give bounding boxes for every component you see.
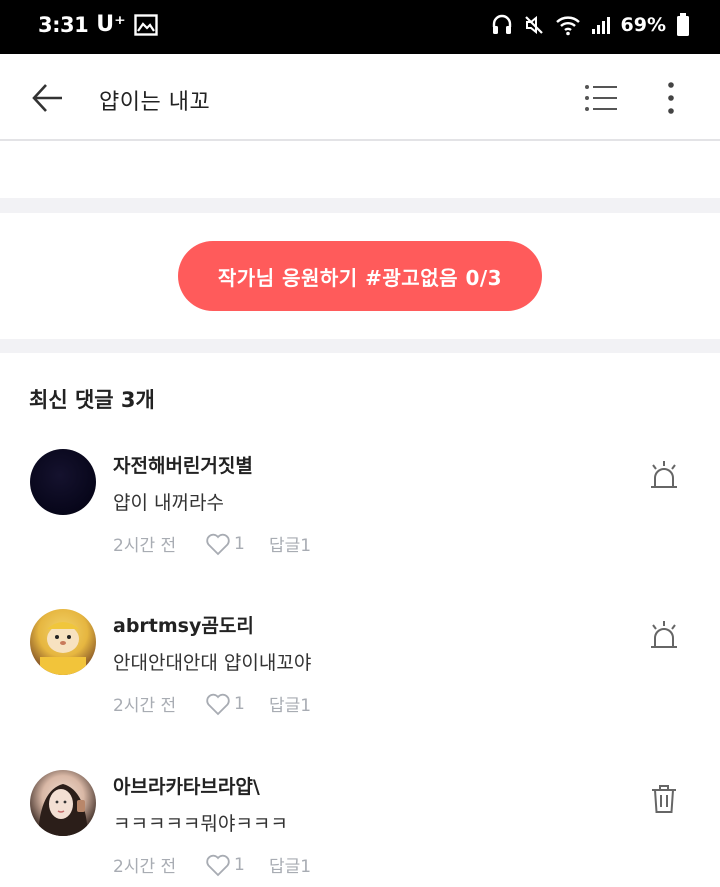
- delete-button[interactable]: [646, 781, 682, 817]
- comment-meta: 2시간 전 1 답글1: [113, 531, 311, 556]
- list-icon: [585, 85, 617, 111]
- report-button[interactable]: [646, 618, 682, 654]
- comment-meta: 2시간 전 1 답글1: [113, 852, 311, 877]
- avatar[interactable]: [30, 449, 96, 515]
- heart-icon: [206, 693, 230, 715]
- wifi-icon: [555, 16, 580, 36]
- comment-text: ㅋㅋㅋㅋㅋ뭐야ㅋㅋㅋ: [113, 813, 288, 835]
- like-button[interactable]: 1: [205, 692, 269, 716]
- support-author-button[interactable]: 작가님 응원하기 #광고없음 0/3: [178, 241, 542, 311]
- arrow-left-icon: [32, 84, 62, 112]
- gallery-icon: [134, 13, 158, 36]
- report-button[interactable]: [646, 458, 682, 494]
- app-bar: 얍이는 내꼬: [0, 54, 720, 141]
- signal-icon: [591, 17, 610, 34]
- comment-time: 2시간 전: [113, 536, 177, 556]
- headset-icon: [492, 14, 511, 34]
- more-options-button[interactable]: [657, 80, 685, 116]
- avatar[interactable]: [30, 609, 96, 675]
- more-vertical-icon: [668, 82, 674, 114]
- comment-item: 아브라카타브라얍\ ㅋㅋㅋㅋㅋ뭐야ㅋㅋㅋ 2시간 전 1 답글1: [0, 761, 720, 887]
- reply-button[interactable]: 답글1: [269, 691, 311, 716]
- like-button[interactable]: 1: [205, 532, 269, 556]
- status-bar: 3:31 U⁺ 69%: [0, 0, 720, 54]
- comments-header: 최신 댓글 3개: [29, 388, 155, 412]
- avatar-character-image: [40, 622, 86, 675]
- comment-meta: 2시간 전 1 답글1: [113, 691, 311, 716]
- back-button[interactable]: [28, 80, 68, 116]
- section-divider: [0, 339, 720, 353]
- battery-percent: 69%: [620, 14, 666, 36]
- mute-icon: [524, 15, 543, 35]
- reply-button[interactable]: 답글1: [269, 531, 311, 556]
- comment-text: 안대안대안대 얍이내꼬야: [113, 652, 312, 674]
- report-siren-icon: [651, 621, 677, 648]
- comment-time: 2시간 전: [113, 857, 177, 877]
- reply-button[interactable]: 답글1: [269, 852, 311, 877]
- comment-item: abrtmsy곰도리 안대안대안대 얍이내꼬야 2시간 전 1 답글1: [0, 600, 720, 740]
- section-divider: [0, 198, 720, 213]
- trash-icon: [652, 785, 676, 813]
- like-count: 1: [234, 693, 245, 714]
- carrier-label: U⁺: [96, 12, 126, 37]
- page-title: 얍이는 내꼬: [99, 90, 211, 115]
- comment-time: 2시간 전: [113, 696, 177, 716]
- avatar[interactable]: [30, 770, 96, 836]
- status-right: 69%: [491, 13, 690, 37]
- avatar-portrait-image: [38, 784, 88, 836]
- status-left: 3:31 U⁺: [38, 12, 158, 37]
- report-siren-icon: [651, 461, 677, 488]
- comment-author[interactable]: 아브라카타브라얍\: [113, 772, 260, 799]
- battery-icon: [677, 13, 689, 36]
- like-count: 1: [234, 533, 245, 554]
- like-button[interactable]: 1: [205, 853, 269, 877]
- status-time: 3:31: [38, 12, 89, 37]
- comment-item: 자전해버린거짓별 얍이 내꺼라수 2시간 전 1 답글1: [0, 440, 720, 580]
- comment-author[interactable]: 자전해버린거짓별: [113, 451, 253, 478]
- heart-icon: [206, 533, 230, 555]
- episode-list-button[interactable]: [583, 82, 619, 114]
- like-count: 1: [234, 854, 245, 875]
- comment-author[interactable]: abrtmsy곰도리: [113, 611, 254, 638]
- comment-text: 얍이 내꺼라수: [113, 492, 224, 514]
- heart-icon: [206, 854, 230, 876]
